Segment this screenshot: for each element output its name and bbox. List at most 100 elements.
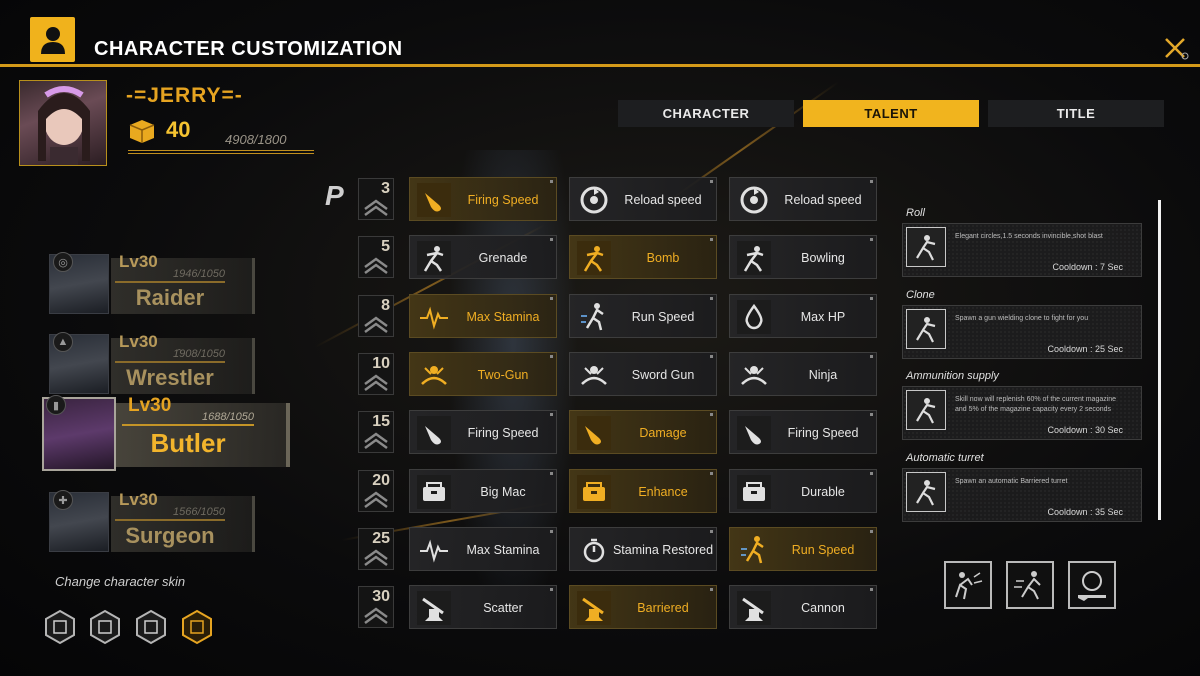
corner-marker — [550, 180, 553, 183]
tab-talent[interactable]: TALENT — [803, 100, 979, 127]
character-name: Wrestler — [126, 365, 214, 390]
talent-option[interactable]: Bowling — [729, 235, 877, 280]
bullet-icon — [576, 415, 612, 451]
talent-option[interactable]: Run Speed — [729, 526, 877, 571]
clone-icon — [906, 308, 946, 349]
character-card-raider[interactable]: ◎ Lv30 1946/1050 Raider — [45, 250, 255, 318]
corner-marker — [870, 238, 873, 242]
talent-label: Bomb — [646, 251, 680, 266]
player-xp-bar — [128, 150, 314, 154]
ammo-supply-icon — [906, 390, 946, 430]
page-title: CHARACTER CUSTOMIZATION — [94, 38, 403, 60]
tier-level: 8 — [381, 296, 390, 314]
corner-marker — [710, 354, 713, 358]
character-card-wrestler[interactable]: ▲ Lv30 1̂908/1050 Wrestler — [45, 330, 255, 398]
skin-option-3[interactable] — [134, 609, 168, 645]
character-card-butler[interactable]: ▮ Lv30 1688/1050 Butler — [38, 393, 290, 473]
skill-dash-button[interactable] — [1006, 561, 1054, 609]
stopwatch-icon — [576, 532, 612, 568]
talent-option[interactable]: Damage — [569, 410, 717, 455]
skill-cooldown: Cooldown : 25 Sec — [1047, 343, 1123, 354]
corner-marker — [550, 413, 553, 417]
close-button[interactable] — [1163, 36, 1191, 62]
turret-icon — [416, 590, 452, 626]
skin-option-4-selected[interactable] — [180, 609, 214, 645]
talent-option[interactable]: Big Mac — [409, 468, 557, 513]
talent-option[interactable]: Firing Speed — [409, 177, 557, 221]
character-xp: 1688/1050 — [202, 411, 254, 423]
talent-option[interactable]: Max Stamina — [409, 293, 557, 338]
tier-level: 15 — [372, 413, 390, 431]
tab-character[interactable]: CHARACTER — [618, 100, 794, 127]
talent-label: Ninja — [808, 367, 838, 382]
talent-label: Stamina Restored — [612, 542, 714, 557]
talent-label: Reload speed — [784, 193, 862, 207]
talent-option[interactable]: Stamina Restored — [569, 526, 717, 571]
talent-option[interactable]: Run Speed — [569, 293, 717, 338]
talent-option[interactable]: Max HP — [729, 293, 877, 338]
skill-box: Skill now will replenish 60% of the curr… — [902, 386, 1142, 440]
tier-level-marker: 20 — [358, 469, 394, 512]
corner-marker — [710, 588, 713, 592]
close-icon — [1165, 38, 1189, 60]
talent-option[interactable]: Grenade — [409, 235, 557, 280]
ammo-icon: ▮ — [46, 395, 66, 415]
talent-option[interactable]: Barriered — [569, 585, 717, 630]
character-xp-bar — [115, 519, 225, 521]
corner-marker — [710, 238, 713, 242]
player-name: -=JERRY=- — [126, 84, 243, 107]
dash-icon — [1014, 571, 1041, 600]
skin-option-2[interactable] — [88, 609, 122, 645]
talent-option[interactable]: Max Stamina — [409, 526, 557, 571]
talent-label: Two-Gun — [477, 367, 529, 382]
turret-icon — [906, 471, 946, 512]
talent-option[interactable]: Ninja — [729, 351, 877, 396]
character-name: Butler — [150, 428, 226, 458]
triangle-icon: ▲ — [53, 332, 73, 352]
tab-title[interactable]: TITLE — [988, 100, 1164, 127]
character-level: Lv30 — [119, 490, 158, 509]
skills-scrollbar[interactable] — [1158, 200, 1161, 520]
talent-option[interactable]: Bomb — [569, 235, 717, 280]
talent-option[interactable]: Sword Gun — [569, 351, 717, 396]
skill-card: Roll Elegant circles,1.5 seconds invinci… — [896, 205, 1142, 277]
talent-option[interactable]: Two-Gun — [409, 351, 557, 396]
skill-description: Skill now will replenish 60% of the curr… — [955, 396, 1117, 413]
tier-level: 30 — [372, 588, 390, 606]
reload-icon — [576, 182, 612, 218]
talent-option[interactable]: Enhance — [569, 468, 717, 513]
skill-title: Ammunition supply — [906, 370, 999, 382]
talent-option[interactable]: Reload speed — [729, 177, 877, 221]
character-name: Surgeon — [125, 523, 215, 548]
character-level: Lv30 — [119, 332, 158, 351]
talent-label: Big Mac — [480, 484, 526, 499]
ammo-box-icon — [416, 474, 452, 510]
corner-marker — [870, 296, 873, 300]
tier-level-marker: 8 — [358, 294, 394, 337]
tier-level-marker: 5 — [358, 236, 394, 279]
corner-marker — [550, 296, 553, 300]
stamina-icon — [416, 532, 452, 568]
talent-option[interactable]: Reload speed — [569, 177, 717, 221]
skin-option-1[interactable] — [43, 609, 77, 645]
skill-box: Spawn an automatic Barriered turret Cool… — [902, 467, 1142, 522]
runner-icon — [576, 299, 612, 335]
skill-weapon-button[interactable] — [1068, 561, 1116, 609]
soldier-icon — [576, 240, 612, 276]
tier-level-marker: 25 — [358, 527, 394, 570]
skill-description: Elegant circles,1.5 seconds invincible,s… — [955, 233, 1103, 240]
talent-label: Run Speed — [791, 542, 855, 557]
talent-option[interactable]: Durable — [729, 468, 877, 513]
character-card-surgeon[interactable]: ✚ Lv30 1566/1050 Surgeon — [45, 488, 255, 556]
character-xp-bar — [115, 361, 225, 363]
turret-icon — [736, 590, 772, 626]
talent-option[interactable]: Scatter — [409, 585, 557, 630]
talent-option[interactable]: Cannon — [729, 585, 877, 630]
skill-roll-button[interactable] — [944, 561, 992, 609]
talent-label: Bowling — [801, 251, 845, 266]
user-icon — [30, 17, 75, 62]
tier-level: 20 — [372, 471, 390, 489]
talent-option[interactable]: Firing Speed — [729, 410, 877, 455]
talent-option[interactable]: Firing Speed — [409, 410, 557, 455]
skill-box: Elegant circles,1.5 seconds invincible,s… — [902, 223, 1142, 277]
